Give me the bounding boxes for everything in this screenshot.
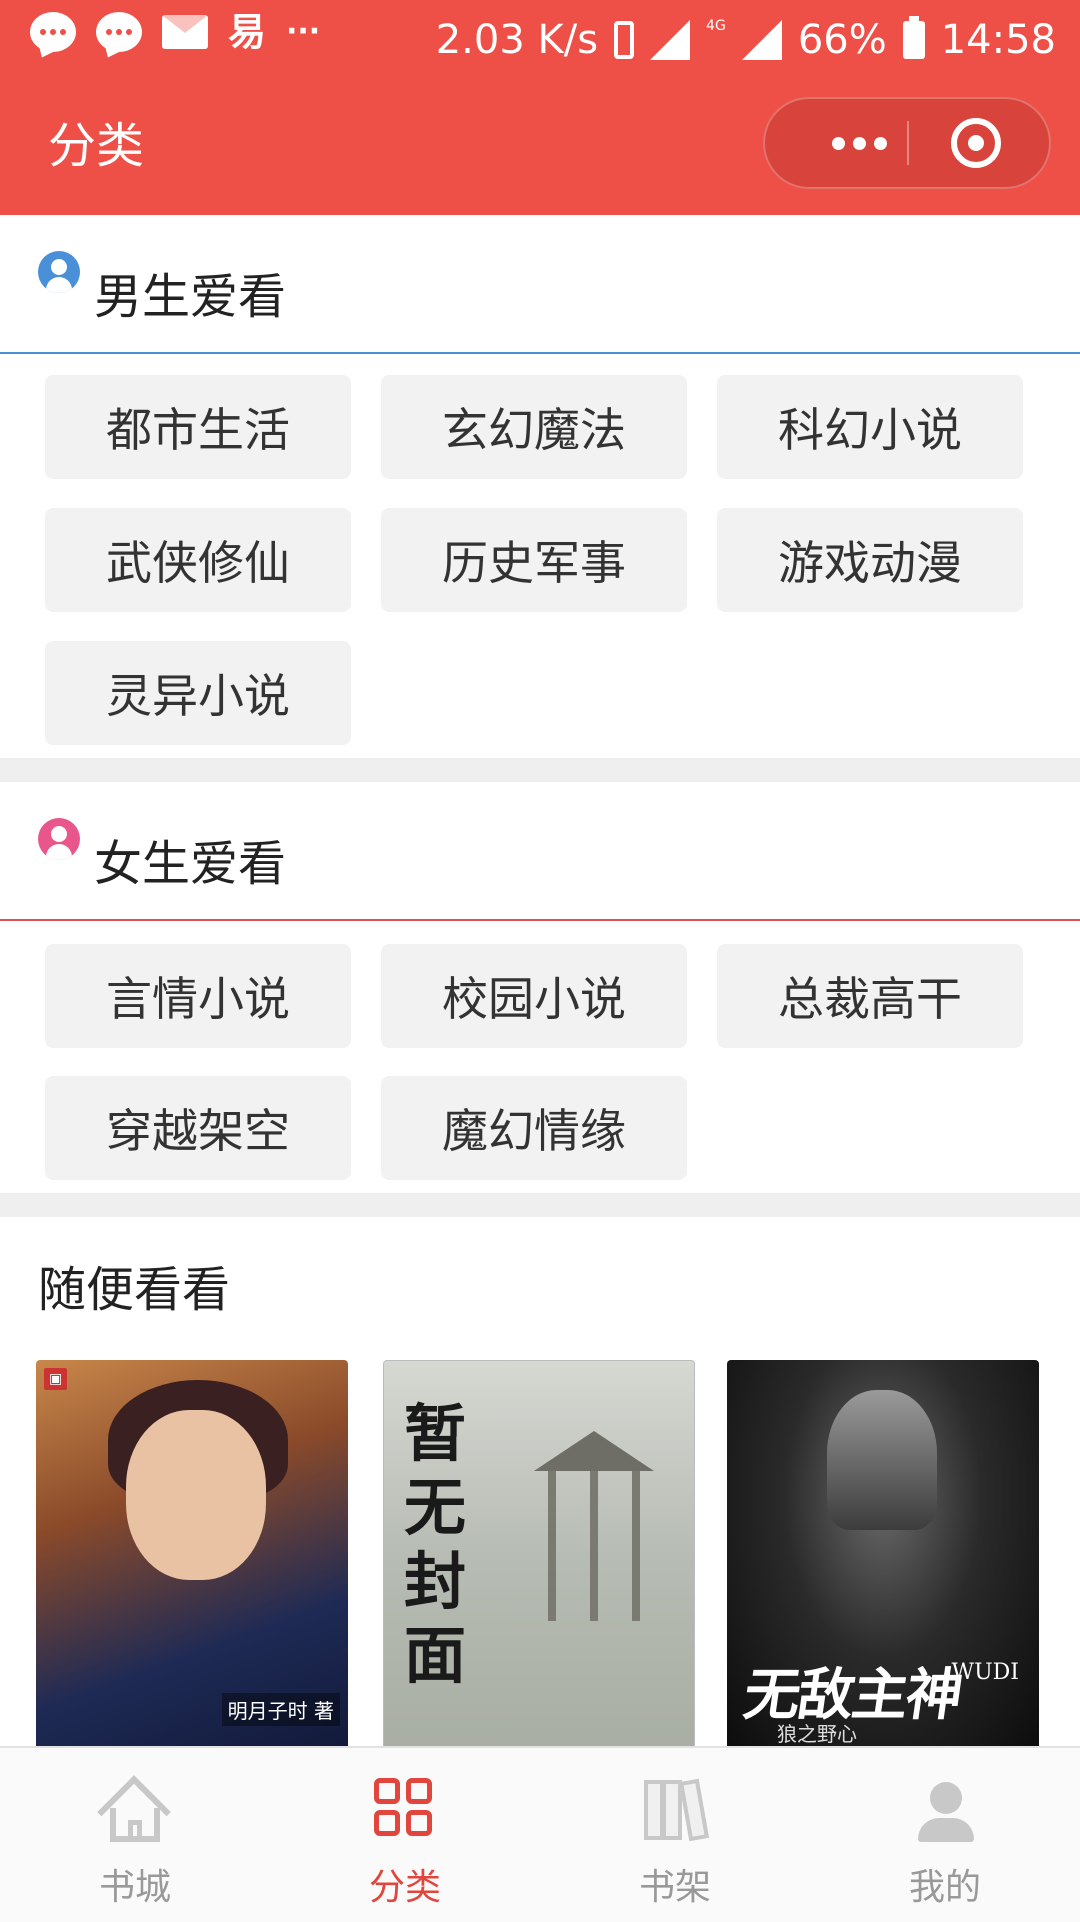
top-bar: 易 ··· 2.03 K/s 4G 66% 14:58 分类 <box>0 0 1080 215</box>
bookshelf-icon <box>640 1776 710 1842</box>
female-section-header: 女生爱看 <box>0 782 1080 919</box>
vibrate-icon <box>614 21 635 59</box>
tab-label: 书架 <box>638 1867 711 1908</box>
tab-label: 分类 <box>368 1867 441 1908</box>
app-glyph-icon: 易 <box>228 10 267 54</box>
tag-zongcai[interactable]: 总裁高干 <box>717 944 1023 1048</box>
network-speed: 2.03 K/s <box>435 17 599 63</box>
tab-mine[interactable]: 我的 <box>810 1748 1080 1922</box>
section-divider <box>0 758 1080 782</box>
tag-mohuan[interactable]: 魔幻情缘 <box>381 1076 687 1180</box>
tab-label: 书城 <box>98 1867 171 1908</box>
chat-bubble-icon <box>30 12 76 52</box>
tag-xiaoyuan[interactable]: 校园小说 <box>381 944 687 1048</box>
male-section-header: 男生爱看 <box>0 215 1080 352</box>
tag-kehuan[interactable]: 科幻小说 <box>717 375 1023 479</box>
signal-4g-icon <box>741 20 782 60</box>
tag-lingyi[interactable]: 灵异小说 <box>45 641 351 745</box>
male-section-underline <box>0 352 1080 354</box>
tag-xuanhuan[interactable]: 玄幻魔法 <box>381 375 687 479</box>
browse-title: 随便看看 <box>38 1262 231 1318</box>
female-user-icon <box>38 818 80 860</box>
battery-percent: 66% <box>797 17 887 63</box>
home-icon <box>97 1775 171 1849</box>
mini-program-capsule <box>763 97 1051 189</box>
male-section-title: 男生爱看 <box>94 269 287 325</box>
tag-yanqing[interactable]: 言情小说 <box>45 944 351 1048</box>
cover-author: 明月子时 著 <box>221 1693 340 1726</box>
close-target-icon[interactable] <box>951 118 1001 168</box>
signal-icon <box>650 20 691 60</box>
knight-illustration <box>827 1390 937 1530</box>
tag-lishi[interactable]: 历史军事 <box>381 508 687 612</box>
clock: 14:58 <box>940 17 1056 63</box>
status-bar: 易 ··· 2.03 K/s 4G 66% 14:58 <box>0 0 1080 80</box>
tag-chuanyue[interactable]: 穿越架空 <box>45 1076 351 1180</box>
tag-youxi[interactable]: 游戏动漫 <box>717 508 1023 612</box>
tab-category[interactable]: 分类 <box>270 1748 540 1922</box>
book-cover[interactable]: ▣ 明月子时 著 <box>36 1360 348 1750</box>
mail-icon <box>162 15 208 49</box>
book-cover[interactable]: 无敌主神 WUDI 狼之野心 <box>727 1360 1039 1750</box>
more-icon[interactable] <box>809 99 909 187</box>
cover-title: 暂无封面 <box>404 1397 467 1692</box>
tab-bookstore[interactable]: 书城 <box>0 1748 270 1922</box>
page-title: 分类 <box>48 118 145 174</box>
network-type: 4G <box>706 18 726 34</box>
cover-author: 狼之野心 <box>777 1722 857 1746</box>
book-cover[interactable]: 暂无封面 <box>383 1360 695 1750</box>
grid-icon <box>370 1776 440 1842</box>
publisher-logo: ▣ <box>44 1368 68 1390</box>
message-bubble-icon <box>96 12 142 52</box>
more-notifications: ··· <box>286 14 321 49</box>
cover-title-en: WUDI <box>951 1660 1019 1685</box>
tag-wuxia[interactable]: 武侠修仙 <box>45 508 351 612</box>
pavilion-illustration <box>534 1431 654 1631</box>
tag-dushi[interactable]: 都市生活 <box>45 375 351 479</box>
male-user-icon <box>38 251 80 293</box>
status-right: 2.03 K/s 4G 66% 14:58 <box>436 10 1056 70</box>
female-section-underline <box>0 919 1080 921</box>
bottom-tab-bar: 书城 分类 书架 我的 <box>0 1746 1080 1922</box>
tab-bookshelf[interactable]: 书架 <box>540 1748 810 1922</box>
battery-icon <box>902 16 925 59</box>
female-section-title: 女生爱看 <box>94 836 287 892</box>
user-icon <box>910 1776 980 1842</box>
section-divider <box>0 1193 1080 1217</box>
notification-icons: 易 ··· <box>30 12 320 52</box>
capsule-divider <box>907 121 909 165</box>
tab-label: 我的 <box>908 1867 981 1908</box>
